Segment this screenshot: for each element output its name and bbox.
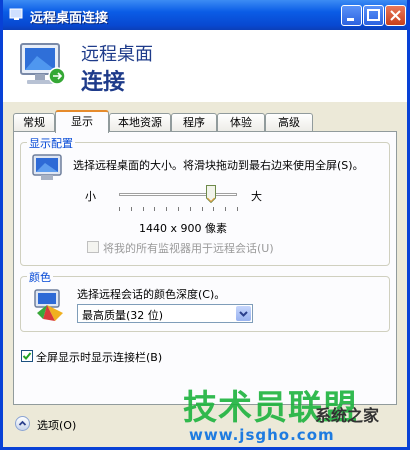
tab-experience[interactable]: 体验 — [217, 113, 265, 132]
screen-size-slider[interactable] — [115, 183, 241, 213]
connection-bar-label: 全屏显示时显示连接栏(B) — [36, 351, 163, 364]
tab-general[interactable]: 常规 — [13, 113, 55, 132]
banner-line1: 远程桌面 — [81, 44, 153, 65]
slider-tick — [178, 207, 179, 211]
display-tab-panel: 显示配置 选择远程桌面的大小。将滑块拖动到最右边来使用全屏(S)。 小 大 14… — [13, 131, 397, 405]
slider-thumb[interactable] — [206, 185, 217, 204]
color-palette-icon — [34, 289, 63, 321]
banner-header: 远程桌面 连接 — [3, 30, 407, 102]
multimonitor-label: 将我的所有监视器用于远程会话(U) — [103, 242, 274, 255]
slider-tick — [119, 207, 120, 211]
colors-group: 颜色 选择远程会话的颜色深度(C)。 最高质量(32 位) — [20, 269, 390, 332]
banner-line2: 连接 — [81, 70, 126, 95]
display-config-group: 显示配置 选择远程桌面的大小。将滑块拖动到最右边来使用全屏(S)。 小 大 14… — [20, 135, 390, 266]
tab-advanced[interactable]: 高级 — [265, 113, 313, 132]
options-label: 选项(O) — [37, 419, 77, 432]
slider-tick — [166, 207, 168, 211]
tab-display[interactable]: 显示 — [55, 110, 109, 133]
chevron-down-icon — [239, 311, 248, 317]
close-button[interactable] — [385, 5, 406, 26]
color-depth-select[interactable]: 最高质量(32 位) — [77, 304, 253, 323]
multimonitor-checkbox[interactable] — [87, 241, 99, 253]
watermark-sub: 系统之家 — [315, 406, 380, 425]
remote-desktop-icon — [9, 8, 23, 20]
display-config-label: 显示配置 — [27, 135, 75, 151]
computer-monitor-icon — [20, 43, 66, 85]
minimize-button[interactable] — [341, 5, 362, 26]
display-monitor-icon — [32, 154, 62, 180]
color-depth-value: 最高质量(32 位) — [82, 309, 164, 322]
colors-label: 颜色 — [27, 269, 53, 285]
chevron-up-icon — [18, 420, 27, 426]
slider-tick — [142, 207, 144, 211]
tab-local-resources[interactable]: 本地资源 — [109, 113, 171, 132]
resolution-readout: 1440 x 900 像素 — [139, 222, 227, 235]
dropdown-button[interactable] — [236, 306, 251, 321]
color-depth-description: 选择远程会话的颜色深度(C)。 — [77, 288, 226, 301]
close-icon — [390, 10, 401, 21]
slider-tick — [201, 207, 203, 211]
slider-tick — [130, 207, 132, 211]
maximize-button[interactable] — [363, 5, 384, 26]
slider-tick — [154, 207, 156, 211]
slider-tick — [225, 207, 227, 211]
slider-tick — [189, 207, 191, 211]
title-bar[interactable]: 远程桌面连接 — [3, 0, 407, 30]
maximize-icon — [367, 9, 380, 21]
minimize-icon — [347, 18, 354, 21]
slider-min-label: 小 — [85, 190, 96, 203]
remote-desktop-window: 远程桌面连接 远程桌面 连接 常规 显示 本地资源 程序 体验 高级 显示配置 … — [0, 0, 410, 450]
slider-max-label: 大 — [251, 190, 262, 203]
slider-track — [119, 193, 237, 196]
watermark-url: www.jsgho.com — [189, 426, 335, 444]
slider-thumb-icon — [206, 185, 217, 204]
checkmark-icon — [22, 352, 32, 360]
slider-tick — [213, 207, 215, 211]
connection-bar-checkbox[interactable] — [21, 350, 33, 362]
display-size-description: 选择远程桌面的大小。将滑块拖动到最右边来使用全屏(S)。 — [73, 159, 364, 172]
tab-programs[interactable]: 程序 — [171, 113, 217, 132]
slider-tick — [237, 207, 238, 211]
options-toggle-button[interactable] — [15, 416, 30, 431]
window-title: 远程桌面连接 — [30, 11, 109, 26]
